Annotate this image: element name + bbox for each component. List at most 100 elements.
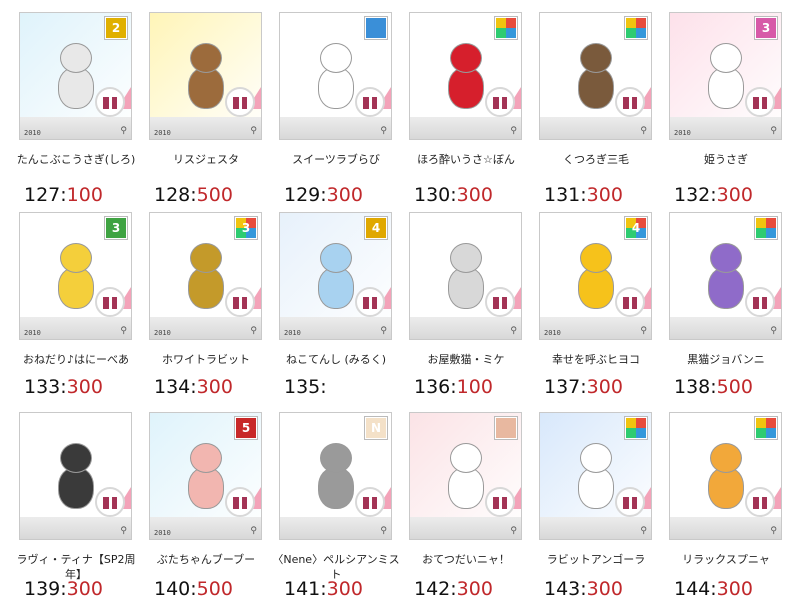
item-name[interactable]: ほろ酔いうさ☆ぼん xyxy=(402,152,530,167)
item-thumbnail[interactable]: 3 2010 ⚲ xyxy=(19,212,132,340)
item-cell[interactable]: ⚲ ほろ酔いうさ☆ぼん 130:300 xyxy=(402,8,532,208)
figure-body xyxy=(708,467,744,509)
gift-icon[interactable] xyxy=(225,487,255,517)
gift-icon[interactable] xyxy=(745,487,775,517)
item-cell[interactable]: ⚲ お屋敷猫・ミケ 136:100 xyxy=(402,208,532,408)
gift-icon[interactable] xyxy=(225,287,255,317)
zoom-icon[interactable]: ⚲ xyxy=(120,526,127,536)
gift-icon[interactable] xyxy=(485,87,515,117)
item-cell[interactable]: 2 2010 ⚲ たんこぶこうさぎ(しろ) 127:100 xyxy=(12,8,142,208)
gift-icon[interactable] xyxy=(745,287,775,317)
item-name[interactable]: 姫うさぎ xyxy=(662,152,790,167)
figure-head xyxy=(450,243,482,273)
figure-head xyxy=(580,43,612,73)
zoom-icon[interactable]: ⚲ xyxy=(120,126,127,136)
item-cell[interactable]: 3 2010 ⚲ 姫うさぎ 132:300 xyxy=(662,8,792,208)
item-number-price: 143:300 xyxy=(544,578,623,600)
item-name[interactable]: たんこぶこうさぎ(しろ) xyxy=(12,152,140,167)
item-name[interactable]: ラビットアンゴーラ xyxy=(532,552,660,567)
item-thumbnail[interactable]: 4 2010 ⚲ xyxy=(539,212,652,340)
item-cell[interactable]: ⚲ ラビットアンゴーラ 143:300 xyxy=(532,408,662,608)
zoom-icon[interactable]: ⚲ xyxy=(380,326,387,336)
item-thumbnail[interactable]: 2 2010 ⚲ xyxy=(19,12,132,140)
item-thumbnail[interactable]: 2010 ⚲ xyxy=(149,12,262,140)
item-thumbnail[interactable]: 3 2010 ⚲ xyxy=(149,212,262,340)
item-cell[interactable]: 3 2010 ⚲ おねだり♪はにーべあ 133:300 xyxy=(12,208,142,408)
gift-icon[interactable] xyxy=(95,487,125,517)
zoom-icon[interactable]: ⚲ xyxy=(120,326,127,336)
item-name[interactable]: リラックスプニャ xyxy=(662,552,790,567)
floor-shadow xyxy=(280,517,391,539)
gift-icon[interactable] xyxy=(615,87,645,117)
item-figure xyxy=(50,235,100,315)
item-thumbnail[interactable]: ⚲ xyxy=(409,412,522,540)
zoom-icon[interactable]: ⚲ xyxy=(250,326,257,336)
item-name[interactable]: おてつだいニャ！ xyxy=(402,552,530,567)
item-thumbnail[interactable]: ⚲ xyxy=(539,12,652,140)
item-name[interactable]: おねだり♪はにーべあ xyxy=(12,352,140,367)
item-thumbnail[interactable]: ⚲ xyxy=(279,12,392,140)
gift-icon[interactable] xyxy=(485,287,515,317)
item-name[interactable]: ホワイトラビット xyxy=(142,352,270,367)
gift-icon[interactable] xyxy=(95,87,125,117)
figure-body xyxy=(578,467,614,509)
item-cell[interactable]: ⚲ 黒猫ジョバンニ 138:500 xyxy=(662,208,792,408)
zoom-icon[interactable]: ⚲ xyxy=(510,526,517,536)
item-thumbnail[interactable]: ⚲ xyxy=(669,412,782,540)
level-badge-icon: 5 xyxy=(235,417,257,439)
gift-icon[interactable] xyxy=(485,487,515,517)
item-thumbnail[interactable]: ⚲ xyxy=(409,12,522,140)
item-name[interactable]: ぶたちゃんブーブー xyxy=(142,552,270,567)
item-cell[interactable]: ⚲ くつろぎ三毛 131:300 xyxy=(532,8,662,208)
zoom-icon[interactable]: ⚲ xyxy=(640,526,647,536)
item-thumbnail[interactable]: N ⚲ xyxy=(279,412,392,540)
level-badge-icon xyxy=(495,17,517,39)
gift-icon[interactable] xyxy=(615,287,645,317)
zoom-icon[interactable]: ⚲ xyxy=(380,526,387,536)
item-cell[interactable]: 2010 ⚲ リスジェスタ 128:500 xyxy=(142,8,272,208)
item-cell[interactable]: N ⚲ 〈Nene〉ペルシアンミスト 141:300 xyxy=(272,408,402,608)
item-name[interactable]: リスジェスタ xyxy=(142,152,270,167)
zoom-icon[interactable]: ⚲ xyxy=(640,126,647,136)
zoom-icon[interactable]: ⚲ xyxy=(380,126,387,136)
item-number-price: 142:300 xyxy=(414,578,493,600)
item-name[interactable]: お屋敷猫・ミケ xyxy=(402,352,530,367)
zoom-icon[interactable]: ⚲ xyxy=(510,326,517,336)
zoom-icon[interactable]: ⚲ xyxy=(250,526,257,536)
gift-icon[interactable] xyxy=(355,487,385,517)
item-price: 500 xyxy=(196,184,233,206)
item-name[interactable]: スイーツラブらび xyxy=(272,152,400,167)
zoom-icon[interactable]: ⚲ xyxy=(510,126,517,136)
gift-icon[interactable] xyxy=(225,87,255,117)
item-cell[interactable]: 3 2010 ⚲ ホワイトラビット 134:300 xyxy=(142,208,272,408)
zoom-icon[interactable]: ⚲ xyxy=(770,126,777,136)
item-cell[interactable]: ⚲ スイーツラブらび 129:300 xyxy=(272,8,402,208)
zoom-icon[interactable]: ⚲ xyxy=(770,326,777,336)
gift-icon[interactable] xyxy=(355,87,385,117)
item-number-price: 137:300 xyxy=(544,376,623,398)
item-thumbnail[interactable]: 3 2010 ⚲ xyxy=(669,12,782,140)
zoom-icon[interactable]: ⚲ xyxy=(640,326,647,336)
item-thumbnail[interactable]: ⚲ xyxy=(669,212,782,340)
gift-icon[interactable] xyxy=(745,87,775,117)
item-thumbnail[interactable]: 5 2010 ⚲ xyxy=(149,412,262,540)
zoom-icon[interactable]: ⚲ xyxy=(250,126,257,136)
item-cell[interactable]: 5 2010 ⚲ ぶたちゃんブーブー 140:500 xyxy=(142,408,272,608)
item-cell[interactable]: ⚲ おてつだいニャ！ 142:300 xyxy=(402,408,532,608)
item-name[interactable]: くつろぎ三毛 xyxy=(532,152,660,167)
gift-icon[interactable] xyxy=(615,487,645,517)
item-name[interactable]: ねこてんし (みるく) xyxy=(272,352,400,367)
gift-icon[interactable] xyxy=(95,287,125,317)
item-thumbnail[interactable]: ⚲ xyxy=(19,412,132,540)
zoom-icon[interactable]: ⚲ xyxy=(770,526,777,536)
item-thumbnail[interactable]: ⚲ xyxy=(409,212,522,340)
item-name[interactable]: 黒猫ジョバンニ xyxy=(662,352,790,367)
item-cell[interactable]: ⚲ リラックスプニャ 144:300 xyxy=(662,408,792,608)
gift-icon[interactable] xyxy=(355,287,385,317)
item-thumbnail[interactable]: 4 2010 ⚲ xyxy=(279,212,392,340)
item-cell[interactable]: ⚲ ラヴィ・ティナ【SP2周年】 139:300 xyxy=(12,408,142,608)
item-cell[interactable]: 4 2010 ⚲ 幸せを呼ぶヒヨコ 137:300 xyxy=(532,208,662,408)
item-cell[interactable]: 4 2010 ⚲ ねこてんし (みるく) 135: xyxy=(272,208,402,408)
item-thumbnail[interactable]: ⚲ xyxy=(539,412,652,540)
item-name[interactable]: 幸せを呼ぶヒヨコ xyxy=(532,352,660,367)
